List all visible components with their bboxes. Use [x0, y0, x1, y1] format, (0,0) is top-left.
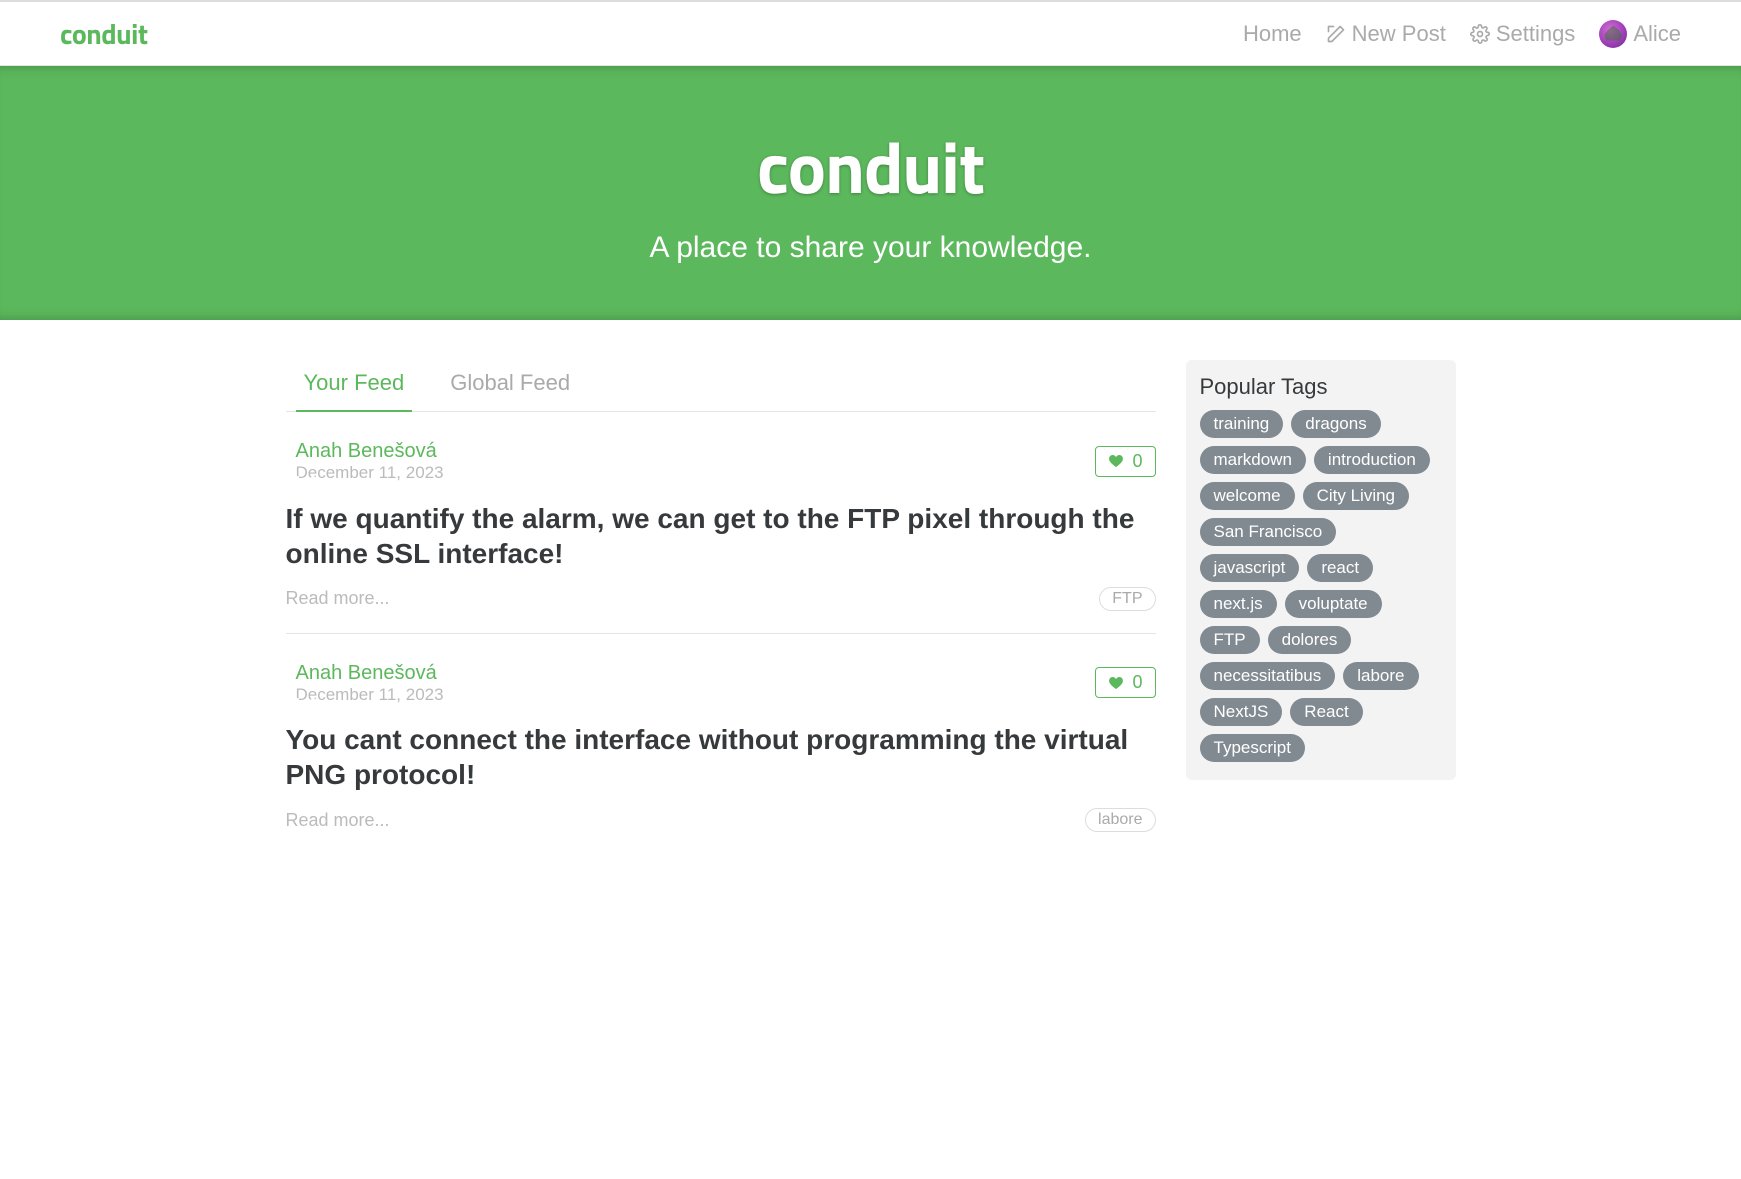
feed-tabs: Your Feed Global Feed — [286, 360, 1156, 412]
article-meta: Anah Benešová December 11, 2023 0 — [286, 662, 1156, 705]
article-tag[interactable]: FTP — [1099, 587, 1155, 611]
like-count: 0 — [1132, 672, 1142, 693]
heart-icon — [1108, 675, 1124, 691]
popular-tags-box: Popular Tags trainingdragons markdown intr… — [1186, 360, 1456, 780]
tag-pill[interactable]: dragons — [1291, 410, 1380, 438]
banner-subtitle: A place to share your knowledge. — [20, 231, 1721, 265]
article-footer: Read more... FTP — [286, 587, 1156, 611]
tag-pill[interactable]: necessitatibus — [1200, 662, 1336, 690]
article-preview: Anah Benešová December 11, 2023 0 You ca… — [286, 634, 1156, 855]
tag-pill[interactable]: next.js — [1200, 590, 1277, 618]
like-count: 0 — [1132, 451, 1142, 472]
tag-pill[interactable]: Typescript — [1200, 734, 1305, 762]
banner: conduit A place to share your knowledge. — [0, 66, 1741, 320]
nav-home[interactable]: Home — [1243, 21, 1302, 47]
article-meta: Anah Benešová December 11, 2023 0 — [286, 440, 1156, 483]
tag-pill[interactable]: dolores — [1268, 626, 1352, 654]
tag-pill[interactable]: markdown — [1200, 446, 1306, 474]
tab-global-feed[interactable]: Global Feed — [442, 360, 578, 412]
brand-logo[interactable]: conduit — [60, 12, 148, 55]
tag-pill[interactable]: React — [1290, 698, 1362, 726]
article-footer: Read more... labore — [286, 808, 1156, 832]
article-title: You cant connect the interface without p… — [286, 722, 1156, 792]
article-date: December 11, 2023 — [296, 685, 444, 705]
tag-pill[interactable]: javascript — [1200, 554, 1300, 582]
nav-settings-label: Settings — [1496, 21, 1576, 47]
like-button[interactable]: 0 — [1095, 667, 1155, 698]
tag-pill[interactable]: introduction — [1314, 446, 1430, 474]
tag-pill[interactable]: welcome — [1200, 482, 1295, 510]
nav-settings[interactable]: Settings — [1470, 21, 1576, 47]
tag-pill[interactable]: voluptate — [1285, 590, 1382, 618]
gear-icon — [1470, 24, 1490, 44]
tag-pill[interactable]: NextJS — [1200, 698, 1283, 726]
nav-new-post[interactable]: New Post — [1326, 21, 1446, 47]
tag-pill[interactable]: labore — [1343, 662, 1418, 690]
avatar — [1599, 20, 1627, 48]
compose-icon — [1326, 24, 1346, 44]
nav-user-label: Alice — [1633, 21, 1681, 47]
article-preview: Anah Benešová December 11, 2023 0 If we … — [286, 412, 1156, 634]
article-tags: FTP — [1099, 587, 1155, 611]
read-more-link[interactable]: Read more... — [286, 810, 390, 831]
author-info: Anah Benešová December 11, 2023 — [296, 440, 444, 483]
sidebar-title: Popular Tags — [1200, 374, 1442, 400]
article-tags: labore — [1085, 808, 1155, 832]
nav-profile[interactable]: Alice — [1599, 20, 1681, 48]
tag-pill[interactable]: react — [1307, 554, 1373, 582]
author-info: Anah Benešová December 11, 2023 — [296, 662, 444, 705]
main-column: Your Feed Global Feed Anah Benešová Dece… — [286, 360, 1156, 854]
tab-your-feed[interactable]: Your Feed — [296, 360, 413, 412]
tag-pill[interactable]: FTP — [1200, 626, 1260, 654]
heart-icon — [1108, 453, 1124, 469]
author-name[interactable]: Anah Benešová — [296, 440, 444, 463]
article-title: If we quantify the alarm, we can get to … — [286, 501, 1156, 571]
article-link[interactable]: You cant connect the interface without p… — [286, 722, 1156, 792]
tag-pill[interactable]: training — [1200, 410, 1284, 438]
sidebar-column: Popular Tags trainingdragons markdown intr… — [1186, 360, 1456, 780]
tag-pill[interactable]: City Living — [1303, 482, 1409, 510]
tag-list: trainingdragons markdown introduction welco… — [1200, 410, 1442, 762]
tag-pill[interactable]: San Francisco — [1200, 518, 1337, 546]
navbar: conduit Home New Post Settings Alice — [0, 0, 1741, 66]
banner-title: conduit — [20, 111, 1721, 221]
read-more-link[interactable]: Read more... — [286, 588, 390, 609]
author-name[interactable]: Anah Benešová — [296, 662, 444, 685]
page-container: Your Feed Global Feed Anah Benešová Dece… — [266, 320, 1476, 894]
article-link[interactable]: If we quantify the alarm, we can get to … — [286, 501, 1156, 571]
article-tag[interactable]: labore — [1085, 808, 1155, 832]
nav-right: Home New Post Settings Alice — [1243, 20, 1681, 48]
article-date: December 11, 2023 — [296, 463, 444, 483]
like-button[interactable]: 0 — [1095, 446, 1155, 477]
nav-new-post-label: New Post — [1352, 21, 1446, 47]
